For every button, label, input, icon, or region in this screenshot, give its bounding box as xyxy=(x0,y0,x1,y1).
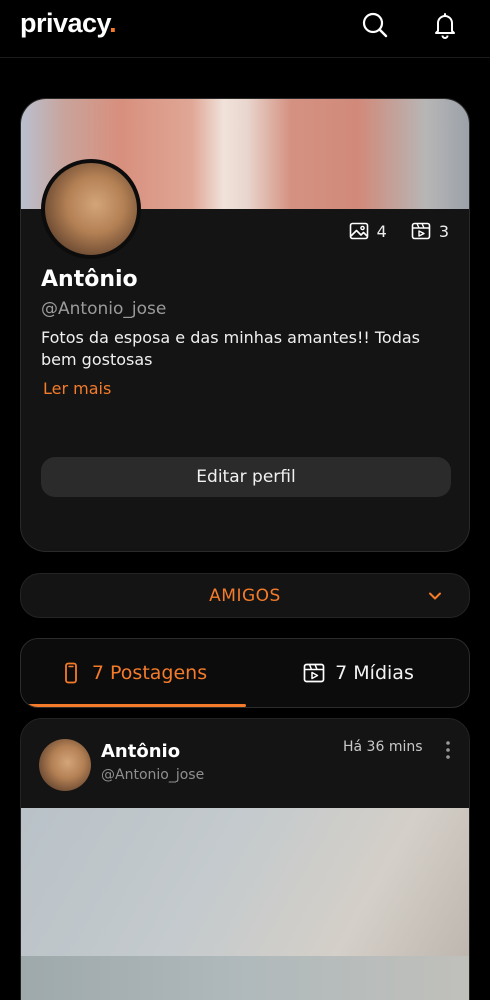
tab-media[interactable]: 7 Mídias xyxy=(246,639,469,707)
tab-posts[interactable]: 7 Postagens xyxy=(21,639,246,707)
media-counts: 4 3 xyxy=(349,221,449,241)
profile-handle: @Antonio_jose xyxy=(41,299,167,319)
search-icon[interactable] xyxy=(360,10,390,40)
post-author-name[interactable]: Antônio xyxy=(101,741,180,762)
profile-name: Antônio xyxy=(41,267,138,292)
profile-card: 4 3 Antônio @Antonio_jose Fotos da espos… xyxy=(20,98,470,552)
post-timestamp: Há 36 mins xyxy=(343,739,423,755)
tab-posts-label: 7 Postagens xyxy=(91,662,208,684)
image-icon xyxy=(349,222,368,240)
post-author-avatar[interactable] xyxy=(39,739,91,791)
read-more-link[interactable]: Ler mais xyxy=(43,379,111,398)
chevron-down-icon xyxy=(429,592,441,600)
post-image-lower-band xyxy=(21,956,469,1000)
content-tabs: 7 Postagens 7 Mídias xyxy=(20,638,470,708)
videos-count: 3 xyxy=(438,221,449,241)
post-author-handle: @Antonio_jose xyxy=(101,767,205,783)
privacy-logo[interactable]: privacy. xyxy=(20,8,117,39)
friends-label: AMIGOS xyxy=(209,585,281,606)
photos-count: 4 xyxy=(376,221,387,241)
logo-dot: . xyxy=(109,8,117,38)
profile-avatar[interactable] xyxy=(41,159,141,259)
video-icon xyxy=(411,222,431,240)
bell-icon[interactable] xyxy=(430,10,460,40)
post-card: Antônio @Antonio_jose Há 36 mins xyxy=(20,718,470,1000)
media-icon xyxy=(303,663,325,683)
edit-profile-button[interactable]: Editar perfil xyxy=(41,457,451,497)
phone-icon xyxy=(64,662,77,684)
profile-bio: Fotos da esposa e das minhas amantes!! T… xyxy=(41,328,420,369)
tab-media-label: 7 Mídias xyxy=(335,662,414,684)
logo-text: privacy xyxy=(20,8,110,38)
post-media-image[interactable] xyxy=(21,808,469,1000)
more-options-icon[interactable] xyxy=(439,739,457,761)
friends-dropdown[interactable]: AMIGOS xyxy=(20,573,470,618)
active-tab-indicator xyxy=(21,704,246,707)
top-bar: privacy. xyxy=(0,0,490,58)
